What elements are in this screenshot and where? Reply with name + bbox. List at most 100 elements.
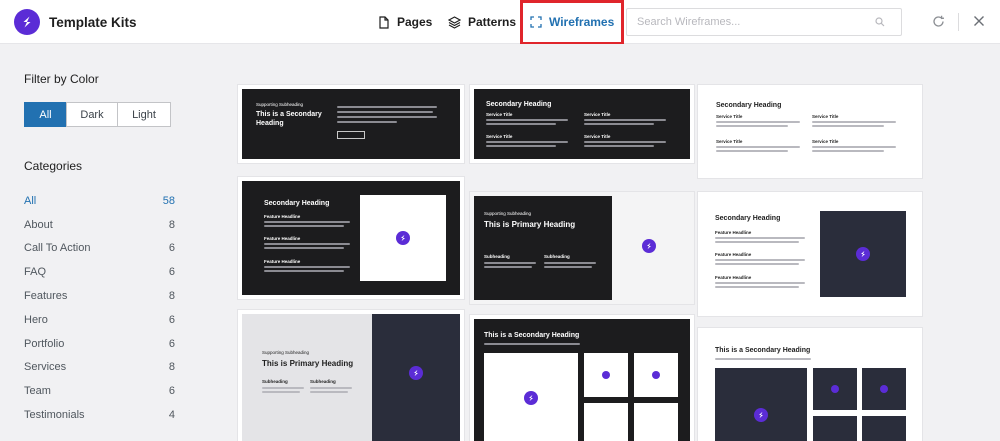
text-line xyxy=(584,141,666,143)
preview-feature-headline: Feature Headline xyxy=(264,236,301,241)
search-input[interactable] xyxy=(627,9,857,35)
category-count: 8 xyxy=(168,290,175,303)
category-item-testimonials[interactable]: Testimonials 4 xyxy=(24,403,175,427)
preview-feature-headline: Feature Headline xyxy=(264,259,301,264)
wireframe-card[interactable]: This is a Secondary Heading xyxy=(698,328,922,441)
text-line xyxy=(484,262,536,264)
category-item-faq[interactable]: FAQ 6 xyxy=(24,260,175,284)
preview-service-title: Service Title xyxy=(486,112,513,117)
image-placeholder xyxy=(360,195,446,281)
placeholder-logo-icon xyxy=(831,385,839,393)
category-label: Team xyxy=(24,385,51,398)
wireframe-card[interactable]: Secondary Heading Feature Headline Featu… xyxy=(238,177,464,299)
wireframe-card[interactable]: Supporting Subheading This is Primary He… xyxy=(470,192,694,304)
color-filter-group: All Dark Light xyxy=(24,102,171,127)
category-label: Portfolio xyxy=(24,337,65,350)
text-line xyxy=(812,150,884,152)
text-line xyxy=(264,266,350,268)
category-item-services[interactable]: Services 8 xyxy=(24,356,175,380)
category-count: 8 xyxy=(168,218,175,231)
wireframe-preview: Supporting Subheading This is Primary He… xyxy=(242,314,460,441)
category-count: 6 xyxy=(168,313,175,326)
wireframe-card[interactable]: Secondary Heading Feature Headline Featu… xyxy=(698,192,922,316)
wireframe-card[interactable]: Supporting Subheading This is Primary He… xyxy=(238,310,464,441)
text-line xyxy=(486,141,568,143)
wireframe-card[interactable]: This is a Secondary Heading xyxy=(470,315,694,441)
page-icon xyxy=(379,15,389,29)
text-line xyxy=(584,123,654,125)
preview-subhead: Subheading xyxy=(544,254,570,259)
wireframe-card[interactable]: Secondary Heading Service Title Service … xyxy=(470,85,694,163)
tab-pages-label: Pages xyxy=(397,15,433,29)
preview-service-title: Service Title xyxy=(716,139,743,144)
text-line xyxy=(812,146,896,148)
category-item-hero[interactable]: Hero 6 xyxy=(24,308,175,332)
text-line xyxy=(544,266,592,268)
category-count: 6 xyxy=(168,385,175,398)
top-bar: Template Kits Pages Patterns Wireframes xyxy=(0,0,1000,45)
image-placeholder xyxy=(813,368,857,410)
text-line xyxy=(715,241,799,243)
wireframe-preview: Secondary Heading Service Title Service … xyxy=(474,89,690,159)
category-list: All 58 About 8 Call To Action 6 FAQ 6 Featur… xyxy=(24,189,175,427)
category-item-all[interactable]: All 58 xyxy=(24,189,175,213)
preview-heading: Secondary Heading xyxy=(486,101,552,108)
text-line xyxy=(715,237,805,239)
preview-service-title: Service Title xyxy=(486,134,513,139)
preview-feature-headline: Feature Headline xyxy=(715,252,752,257)
category-item-features[interactable]: Features 8 xyxy=(24,284,175,308)
placeholder-logo-icon xyxy=(856,247,870,261)
text-line xyxy=(812,125,884,127)
category-item-team[interactable]: Team 6 xyxy=(24,379,175,403)
category-label: FAQ xyxy=(24,266,47,279)
refresh-icon[interactable] xyxy=(932,15,945,28)
filter-light-button[interactable]: Light xyxy=(117,102,171,127)
preview-feature-headline: Feature Headline xyxy=(264,214,301,219)
placeholder-logo-icon xyxy=(642,239,656,253)
preview-subheading: Supporting Subheading xyxy=(484,211,532,216)
preview-heading: This is Primary Heading xyxy=(484,220,576,229)
category-label: Services xyxy=(24,361,67,374)
placeholder-logo-icon xyxy=(602,371,610,379)
category-count: 6 xyxy=(168,242,175,255)
text-line xyxy=(310,387,352,389)
filter-all-button[interactable]: All xyxy=(24,102,67,127)
preview-heading: This is a Secondary Heading xyxy=(715,347,811,354)
image-placeholder xyxy=(484,353,578,441)
category-item-about[interactable]: About 8 xyxy=(24,213,175,237)
search-icon[interactable] xyxy=(875,17,885,27)
preview-heading: Secondary Heading xyxy=(716,102,782,109)
preview-subhead: Subheading xyxy=(262,379,288,384)
brand-logo-icon xyxy=(14,9,40,35)
preview-service-title: Service Title xyxy=(584,134,611,139)
tab-patterns-label: Patterns xyxy=(468,15,517,29)
filter-dark-button[interactable]: Dark xyxy=(66,102,118,127)
preview-text-panel: Supporting Subheading This is Primary He… xyxy=(474,196,612,300)
category-item-portfolio[interactable]: Portfolio 6 xyxy=(24,332,175,356)
preview-subhead: Subheading xyxy=(310,379,336,384)
wireframe-card[interactable]: Supporting Subheading This is a Secondar… xyxy=(238,85,464,163)
text-line xyxy=(484,343,580,345)
text-line xyxy=(337,121,397,123)
category-count: 6 xyxy=(168,337,175,350)
image-placeholder xyxy=(584,353,628,397)
brand: Template Kits xyxy=(14,9,137,35)
text-line xyxy=(264,221,350,223)
text-line xyxy=(264,243,350,245)
wireframe-preview: This is a Secondary Heading xyxy=(698,328,922,441)
close-icon[interactable] xyxy=(973,15,985,27)
text-line xyxy=(716,146,800,148)
wireframe-card[interactable]: Secondary Heading Service Title Service … xyxy=(698,85,922,178)
preview-feature-headline: Feature Headline xyxy=(715,230,752,235)
preview-service-title: Service Title xyxy=(584,112,611,117)
text-line xyxy=(584,145,654,147)
text-line xyxy=(716,125,788,127)
text-line xyxy=(262,387,304,389)
wireframe-preview: Supporting Subheading This is a Secondar… xyxy=(242,89,460,159)
category-item-call-to-action[interactable]: Call To Action 6 xyxy=(24,237,175,261)
tab-patterns[interactable]: Patterns xyxy=(448,0,516,44)
sidebar: Filter by Color All Dark Light Categorie… xyxy=(0,44,198,441)
image-placeholder xyxy=(634,403,678,441)
text-line xyxy=(486,119,568,121)
tab-pages[interactable]: Pages xyxy=(378,0,432,44)
